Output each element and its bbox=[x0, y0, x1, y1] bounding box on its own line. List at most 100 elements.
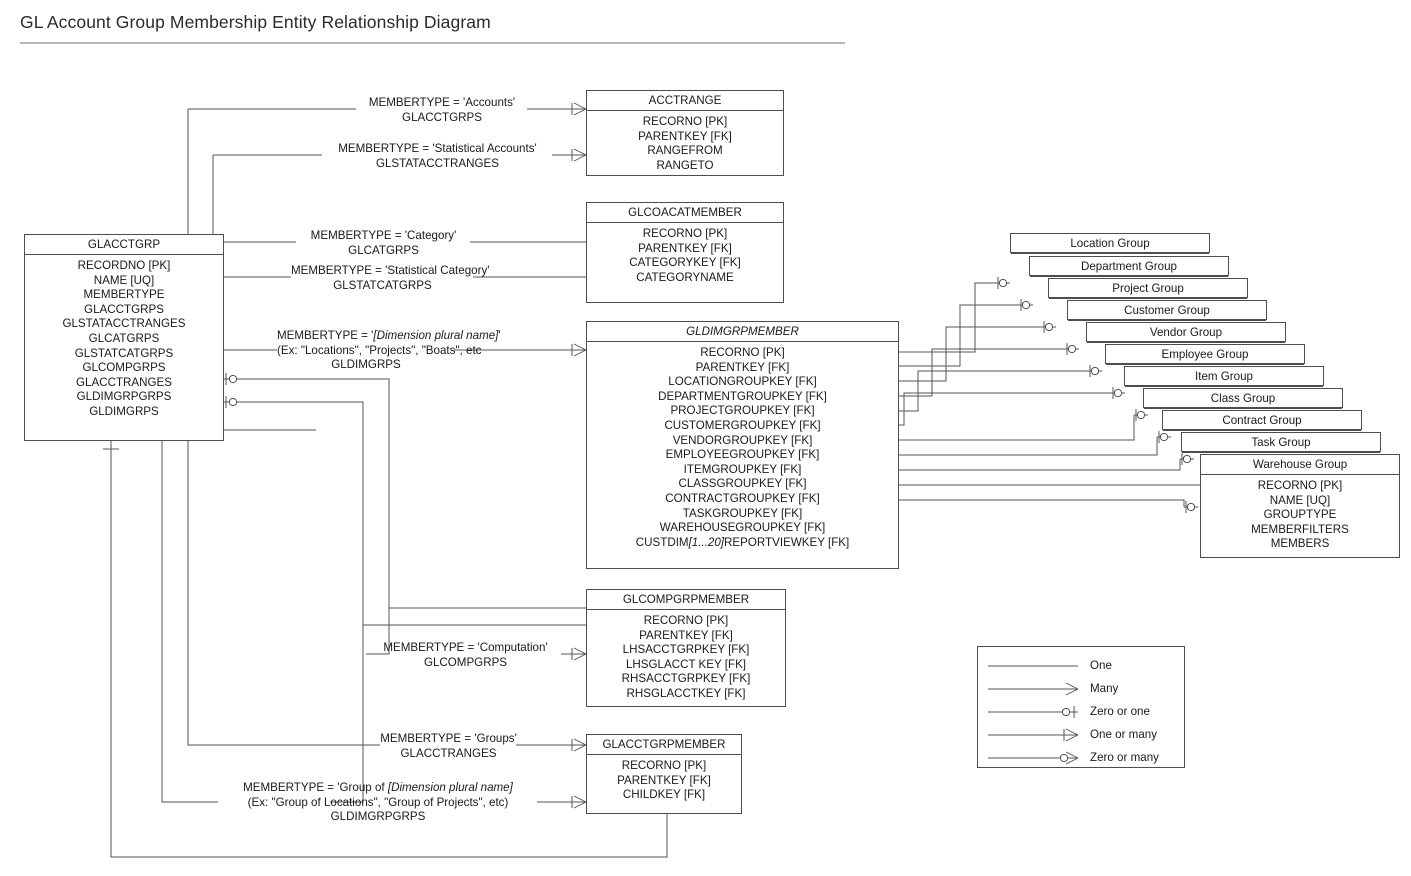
rel-label-group-of-dimension: MEMBERTYPE = 'Group of [Dimension plural… bbox=[218, 781, 538, 825]
field: NAME [UQ] bbox=[1269, 493, 1331, 507]
legend-row-zero-or-one: Zero or one bbox=[978, 701, 1186, 723]
field: GLACCTGRPS bbox=[84, 302, 164, 316]
rel-label-line: (Ex: "Locations", "Projects", "Boats", e… bbox=[277, 343, 482, 357]
custdim-range: [1...20] bbox=[688, 535, 725, 549]
field: RECORDNO [PK] bbox=[77, 259, 171, 272]
group-box-project[interactable]: Project Group bbox=[1048, 278, 1248, 299]
field: MEMBERS bbox=[1270, 537, 1330, 551]
field: PARENTKEY [FK] bbox=[638, 241, 732, 255]
field: RECORNO [PK] bbox=[1257, 479, 1343, 492]
group-box-item[interactable]: Item Group bbox=[1124, 366, 1324, 387]
group-box-class[interactable]: Class Group bbox=[1143, 388, 1343, 409]
field: GLDIMGRPGRPS bbox=[76, 390, 172, 404]
rel-label-line: MEMBERTYPE = 'Groups' bbox=[380, 732, 517, 745]
entity-title: GLCOACATMEMBER bbox=[587, 203, 783, 223]
field: CONTRACTGROUPKEY [FK] bbox=[665, 491, 820, 505]
legend-label: One or many bbox=[1090, 728, 1158, 741]
field: PARENTKEY [FK] bbox=[695, 360, 790, 374]
legend-row-zero-or-many: Zero or many bbox=[978, 747, 1186, 769]
entity-fields: RECORNO [PK] PARENTKEY [FK] RANGEFROM RA… bbox=[587, 111, 783, 179]
rel-label-line: GLACCTGRPS bbox=[402, 110, 482, 124]
rel-label-computation: MEMBERTYPE = 'Computation' GLCOMPGRPS bbox=[369, 641, 562, 670]
group-box-warehouse[interactable]: Warehouse Group RECORNO [PK] NAME [UQ] G… bbox=[1200, 454, 1400, 558]
field: VENDORGROUPKEY [FK] bbox=[672, 433, 813, 447]
group-box-title: Location Group bbox=[1011, 234, 1209, 254]
dimension-token: [Dimension plural name] bbox=[387, 781, 513, 794]
group-box-fields: RECORNO [PK] NAME [UQ] GROUPTYPE MEMBERF… bbox=[1201, 475, 1399, 558]
entity-title: GLACCTGRP bbox=[25, 235, 223, 255]
rel-label-line: GLSTATCATGRPS bbox=[333, 278, 432, 292]
field: EMPLOYEEGROUPKEY [FK] bbox=[665, 448, 820, 462]
entity-glcoacatmember[interactable]: GLCOACATMEMBER RECORNO [PK] PARENTKEY [F… bbox=[586, 202, 784, 303]
group-box-department[interactable]: Department Group bbox=[1029, 256, 1229, 277]
rel-label-statistical-category: MEMBERTYPE = 'Statistical Category' GLST… bbox=[291, 264, 490, 293]
field: DEPARTMENTGROUPKEY [FK] bbox=[658, 389, 827, 403]
legend-label: Zero or many bbox=[1090, 751, 1159, 764]
group-box-employee[interactable]: Employee Group bbox=[1105, 344, 1305, 365]
entity-fields: RECORNO [PK] PARENTKEY [FK] CATEGORYKEY … bbox=[587, 223, 783, 291]
legend-row-many: Many bbox=[978, 678, 1186, 700]
field: CHILDKEY [FK] bbox=[622, 788, 706, 802]
field-custdim: CUSTDIM[1...20]REPORTVIEWKEY [FK] bbox=[593, 536, 892, 551]
legend-row-one-or-many: One or many bbox=[978, 724, 1186, 746]
entity-title: ACCTRANGE bbox=[587, 91, 783, 111]
entity-fields: RECORNO [PK] PARENTKEY [FK] CHILDKEY [FK… bbox=[587, 755, 741, 809]
legend: One Many Zero or one One or many Zero or… bbox=[977, 646, 1185, 768]
entity-glacctgrp[interactable]: GLACCTGRP RECORDNO [PK] NAME [UQ] MEMBER… bbox=[24, 234, 224, 441]
field: NAME [UQ] bbox=[93, 273, 155, 287]
group-box-contract[interactable]: Contract Group bbox=[1162, 410, 1362, 431]
rel-label-category: MEMBERTYPE = 'Category' GLCATGRPS bbox=[296, 229, 471, 258]
rel-label-line-italic: MEMBERTYPE = '[Dimension plural name]' bbox=[277, 329, 501, 344]
rel-label-line: GLDIMGRPGRPS bbox=[330, 810, 426, 824]
field: LOCATIONGROUPKEY [FK] bbox=[668, 375, 817, 389]
custdim-prefix: CUSTDIM bbox=[635, 535, 689, 549]
entity-glacctgrpmember[interactable]: GLACCTGRPMEMBER RECORNO [PK] PARENTKEY [… bbox=[586, 734, 742, 814]
field: GROUPTYPE bbox=[1263, 508, 1337, 522]
entity-fields: RECORNO [PK] PARENTKEY [FK] LHSACCTGRPKE… bbox=[587, 610, 785, 708]
group-box-title: Item Group bbox=[1125, 367, 1323, 387]
rel-label-line: MEMBERTYPE = 'Accounts' bbox=[368, 96, 516, 109]
field: RHSGLACCTKEY [FK] bbox=[626, 686, 746, 700]
field: RANGEFROM bbox=[647, 144, 723, 158]
rel-label-line: GLDIMGRPS bbox=[331, 358, 401, 372]
entity-glcompgrpmember[interactable]: GLCOMPGRPMEMBER RECORNO [PK] PARENTKEY [… bbox=[586, 589, 786, 707]
group-box-title: Project Group bbox=[1049, 279, 1247, 299]
field: LHSACCTGRPKEY [FK] bbox=[622, 643, 750, 657]
legend-label: Zero or one bbox=[1090, 705, 1150, 718]
field: GLACCTRANGES bbox=[76, 375, 172, 389]
legend-row-one: One bbox=[978, 655, 1186, 677]
prefix: MEMBERTYPE = 'Group of bbox=[243, 781, 388, 794]
field: CATEGORYNAME bbox=[636, 270, 734, 284]
rel-label-line: MEMBERTYPE = 'Statistical Category' bbox=[291, 264, 490, 277]
rel-label-line: MEMBERTYPE = 'Computation' bbox=[383, 641, 548, 654]
group-box-task[interactable]: Task Group bbox=[1181, 432, 1381, 453]
group-box-vendor[interactable]: Vendor Group bbox=[1086, 322, 1286, 343]
field: MEMBERFILTERS bbox=[1251, 522, 1349, 536]
field: CUSTOMERGROUPKEY [FK] bbox=[664, 418, 821, 432]
field: PARENTKEY [FK] bbox=[638, 129, 732, 143]
rel-label-statistical-accounts: MEMBERTYPE = 'Statistical Accounts' GLST… bbox=[322, 142, 553, 171]
rel-label-groups: MEMBERTYPE = 'Groups' GLACCTRANGES bbox=[380, 732, 517, 761]
group-box-title: Employee Group bbox=[1106, 345, 1304, 365]
field: RANGETO bbox=[656, 158, 714, 172]
field: RECORNO [PK] bbox=[700, 346, 785, 359]
prefix: MEMBERTYPE = ' bbox=[277, 329, 374, 342]
entity-acctrange[interactable]: ACCTRANGE RECORNO [PK] PARENTKEY [FK] RA… bbox=[586, 90, 784, 176]
entity-gldimgrpmember[interactable]: GLDIMGRPMEMBER RECORNO [PK] PARENTKEY [F… bbox=[586, 321, 899, 569]
dimension-token: [Dimension plural name] bbox=[373, 329, 499, 342]
entity-title: GLCOMPGRPMEMBER bbox=[587, 590, 785, 610]
rel-label-line: (Ex: "Group of Locations", "Group of Pro… bbox=[247, 795, 509, 809]
rel-label-line: MEMBERTYPE = 'Category' bbox=[310, 229, 457, 242]
field: CATEGORYKEY [FK] bbox=[629, 256, 741, 270]
field: ITEMGROUPKEY [FK] bbox=[683, 462, 802, 476]
custdim-suffix: REPORTVIEWKEY [FK] bbox=[724, 535, 850, 549]
rel-label-line: MEMBERTYPE = 'Statistical Accounts' bbox=[338, 142, 537, 155]
group-box-title: Department Group bbox=[1030, 257, 1228, 277]
entity-fields: RECORNO [PK] PARENTKEY [FK] LOCATIONGROU… bbox=[587, 342, 898, 556]
group-box-location[interactable]: Location Group bbox=[1010, 233, 1210, 254]
group-box-title: Class Group bbox=[1144, 389, 1342, 409]
group-box-title: Warehouse Group bbox=[1201, 455, 1399, 475]
group-box-customer[interactable]: Customer Group bbox=[1067, 300, 1267, 321]
legend-label: Many bbox=[1090, 682, 1119, 695]
rel-label-line: GLCATGRPS bbox=[348, 243, 419, 257]
